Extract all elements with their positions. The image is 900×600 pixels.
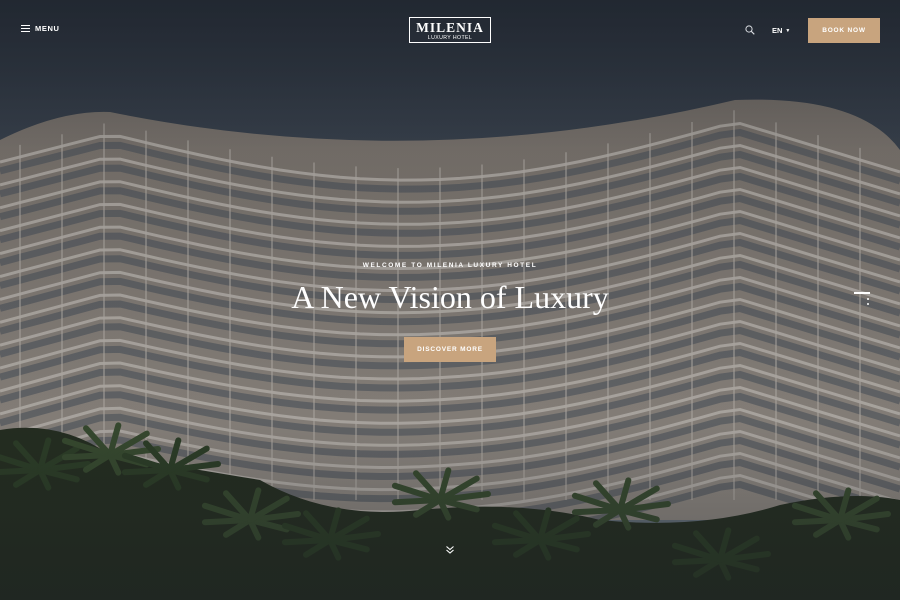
menu-label: MENU [35, 24, 60, 33]
discover-more-button[interactable]: DISCOVER MORE [404, 337, 496, 362]
hero-subtitle: WELCOME TO MILENIA LUXURY HOTEL [362, 262, 538, 269]
book-now-button[interactable]: BOOK NOW [808, 18, 880, 43]
hotel-logo[interactable]: MILENIA LUXURY HOTEL [409, 17, 491, 43]
hero-title: A New Vision of Luxury [291, 279, 609, 315]
language-label: EN [772, 26, 783, 35]
site-header: MENU MILENIA LUXURY HOTEL EN ▼ BOOK NOW [0, 0, 900, 62]
slide-indicator-icon[interactable] [852, 291, 870, 309]
logo-name: MILENIA [416, 20, 484, 35]
language-selector[interactable]: EN ▼ [772, 26, 790, 35]
logo-tagline: LUXURY HOTEL [427, 35, 473, 41]
hamburger-icon [21, 24, 30, 33]
chevrons-down-icon[interactable] [445, 545, 455, 555]
menu-button[interactable]: MENU [21, 24, 59, 33]
search-icon[interactable] [745, 25, 755, 35]
caret-down-icon: ▼ [785, 27, 791, 34]
